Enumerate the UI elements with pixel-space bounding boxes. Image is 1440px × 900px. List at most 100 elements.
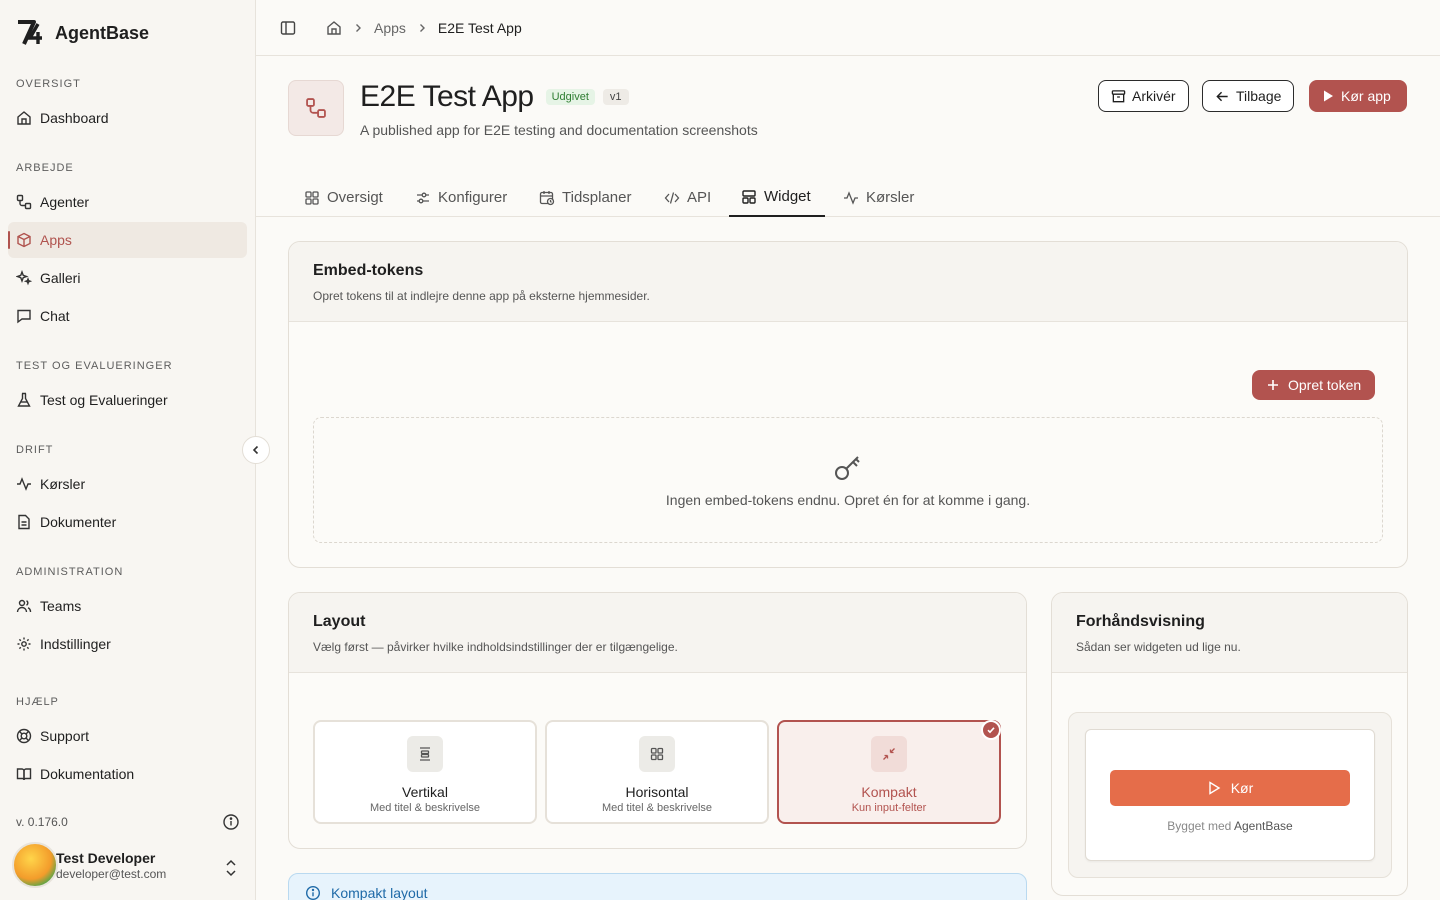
code-icon (664, 191, 680, 204)
layout-option-kompakt[interactable]: Kompakt Kun input-felter (777, 720, 1001, 824)
tab-konfigurer[interactable]: Konfigurer (407, 178, 515, 217)
sidebar-item-dokumenter[interactable]: Dokumenter (8, 504, 247, 540)
card-subtitle: Vælg først — påvirker hvilke indholdsind… (313, 640, 678, 654)
app-description: A published app for E2E testing and docu… (360, 122, 758, 138)
breadcrumb-apps[interactable]: Apps (374, 20, 406, 36)
file-text-icon (18, 514, 30, 530)
layout-template-icon (742, 189, 756, 204)
embed-tokens-card: Embed-tokens Opret tokens til at indlejr… (288, 241, 1408, 568)
run-app-button-label: Kør app (1341, 88, 1391, 104)
layout-grid-icon (305, 190, 319, 205)
selected-check-icon (981, 720, 1001, 740)
sidebar-item-indstillinger[interactable]: Indstillinger (8, 626, 247, 662)
key-icon (835, 456, 860, 480)
sidebar-item-test[interactable]: Test og Evalueringer (8, 382, 247, 418)
sidebar: AgentBase OVERSIGT Dashboard ARBEJDE Age… (0, 0, 256, 900)
sidebar-item-label: Agenter (40, 194, 90, 210)
arrow-left-icon (1216, 91, 1228, 101)
widget-run-button[interactable]: Kør (1110, 770, 1350, 806)
workflow-icon (16, 194, 32, 210)
home-icon[interactable] (326, 20, 342, 36)
sidebar-item-chat[interactable]: Chat (8, 298, 247, 334)
gear-icon (17, 637, 31, 651)
life-buoy-icon (16, 728, 32, 744)
tab-api[interactable]: API (656, 178, 719, 217)
chevron-right-icon (419, 23, 425, 32)
card-header: Forhåndsvisning Sådan ser widgeten ud li… (1052, 593, 1407, 673)
sparkles-icon (16, 270, 32, 286)
user-menu[interactable]: Test Developer developer@test.com (12, 842, 166, 888)
chat-icon (17, 309, 31, 324)
users-icon (16, 599, 32, 613)
sidebar-item-label: Kørsler (40, 476, 86, 492)
sidebar-collapse-button[interactable] (242, 436, 270, 464)
preview-card: Forhåndsvisning Sådan ser widgeten ud li… (1051, 592, 1408, 896)
app-icon (288, 80, 344, 136)
activity-icon (844, 190, 858, 205)
create-token-label: Opret token (1288, 377, 1362, 393)
tab-label: Tidsplaner (562, 189, 632, 206)
card-title: Embed-tokens (313, 262, 424, 279)
section-administration: ADMINISTRATION (16, 566, 124, 578)
back-button[interactable]: Tilbage (1202, 80, 1295, 112)
section-arbejde: ARBEJDE (16, 162, 74, 174)
tab-oversigt[interactable]: Oversigt (296, 178, 391, 217)
built-prefix: Bygget med (1167, 819, 1232, 833)
layout-option-horisontal[interactable]: Horisontal Med titel & beskrivelse (545, 720, 769, 824)
compact-layout-alert: Kompakt layout (288, 873, 1027, 900)
activity-icon (17, 477, 31, 491)
option-title: Horisontal (625, 784, 689, 800)
box-icon (17, 232, 31, 248)
layout-option-vertikal[interactable]: Vertikal Med titel & beskrivelse (313, 720, 537, 824)
play-icon (1324, 90, 1333, 102)
archive-button-label: Arkivér (1132, 88, 1176, 104)
agentbase-logo-icon (18, 20, 42, 45)
app-version: v. 0.176.0 (16, 815, 68, 829)
option-icon-box (407, 736, 443, 772)
sidebar-item-label: Dokumenter (40, 514, 117, 530)
option-subtitle: Kun input-felter (851, 802, 927, 814)
archive-button[interactable]: Arkivér (1098, 80, 1189, 112)
layout-card: Layout Vælg først — påvirker hvilke indh… (288, 592, 1027, 849)
card-header: Layout Vælg først — påvirker hvilke indh… (289, 593, 1026, 673)
sidebar-item-support[interactable]: Support (8, 718, 247, 754)
app-tabs: Oversigt Konfigurer Tidsplaner API Widge… (256, 178, 1440, 217)
tab-label: API (687, 189, 712, 206)
section-hjaelp: HJÆLP (16, 696, 59, 708)
option-title: Vertikal (402, 784, 448, 800)
align-vertical-icon (420, 747, 430, 761)
tab-label: Widget (764, 188, 811, 205)
home-icon (17, 111, 31, 125)
brand-name: AgentBase (55, 22, 150, 43)
sidebar-item-teams[interactable]: Teams (8, 588, 247, 624)
avatar (12, 842, 58, 888)
tab-label: Kørsler (866, 189, 915, 206)
tab-widget[interactable]: Widget (729, 178, 825, 217)
calendar-clock-icon (539, 190, 555, 205)
sidebar-item-agenter[interactable]: Agenter (8, 184, 247, 220)
sidebar-item-label: Chat (40, 308, 70, 324)
built-brand: AgentBase (1234, 819, 1293, 833)
sidebar-item-galleri[interactable]: Galleri (8, 260, 247, 296)
sidebar-item-korsler[interactable]: Kørsler (8, 466, 247, 502)
breadcrumb-current: E2E Test App (437, 19, 522, 36)
section-drift: DRIFT (16, 444, 54, 456)
play-icon (1209, 781, 1221, 795)
workflow-icon (306, 98, 326, 118)
info-icon[interactable] (222, 813, 240, 831)
sidebar-item-dokumentation[interactable]: Dokumentation (8, 756, 247, 792)
sidebar-item-dashboard[interactable]: Dashboard (8, 100, 247, 136)
chevrons-up-down-icon[interactable] (222, 858, 240, 878)
card-title: Forhåndsvisning (1076, 613, 1205, 630)
tab-korsler[interactable]: Kørsler (835, 178, 922, 217)
archive-icon (1111, 89, 1126, 102)
brand[interactable]: AgentBase (16, 20, 149, 46)
app-title-row: E2E Test App Udgivet v1 (360, 80, 629, 114)
user-email: developer@test.com (56, 867, 167, 881)
run-app-button[interactable]: Kør app (1309, 80, 1407, 112)
sidebar-toggle-icon[interactable] (280, 20, 296, 36)
create-token-button[interactable]: Opret token (1252, 370, 1376, 400)
sidebar-item-apps[interactable]: Apps (8, 222, 247, 258)
page-title: E2E Test App (360, 80, 534, 113)
tab-tidsplaner[interactable]: Tidsplaner (531, 178, 639, 217)
